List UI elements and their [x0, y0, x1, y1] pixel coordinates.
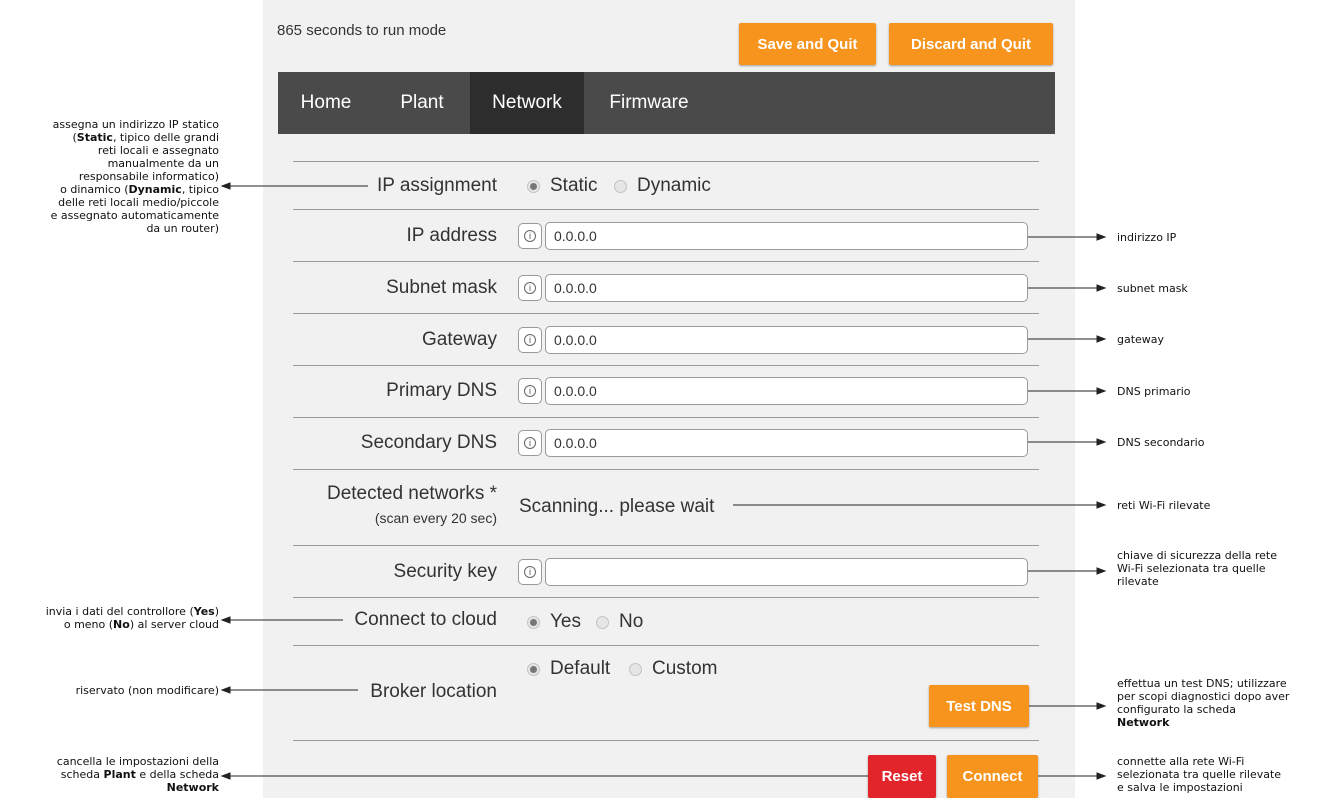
annotation-bold: Plant — [103, 768, 136, 781]
annotation-line: invia i dati del controllore (Yes) — [46, 605, 219, 618]
annotation-line: delle reti locali medio/piccole — [58, 196, 219, 209]
annotation-line: manualmente da un — [107, 157, 219, 170]
annotation-line: connette alla rete Wi-Fi — [1117, 755, 1245, 768]
annotation-text: ) al server cloud — [129, 618, 219, 631]
annotation-connect-cloud: invia i dati del controllore (Yes) o men… — [46, 605, 219, 631]
annotation-ip-address: indirizzo IP — [1117, 231, 1177, 244]
annotation-line: per scopi diagnostici dopo aver — [1117, 690, 1290, 703]
annotation-line: rilevate — [1117, 575, 1159, 588]
annotation-text: o meno ( — [63, 618, 114, 631]
annotation-line: o meno (No) al server cloud — [46, 618, 219, 631]
annotation-line: riservato (non modificare) — [75, 684, 219, 697]
annotation-reset: cancella le impostazioni della scheda Pl… — [57, 755, 219, 794]
annotation-bold: No — [113, 618, 130, 631]
annotation-bold: Yes — [193, 605, 215, 618]
annotation-line: Network — [1117, 716, 1289, 729]
annotation-line: o dinamico (Dynamic, tipico — [51, 183, 219, 196]
annotation-test-dns: effettua un test DNS; utilizzare per sco… — [1117, 677, 1289, 729]
annotation-line: e salva le impostazioni — [1117, 781, 1243, 794]
annotation-text: e della scheda — [135, 768, 219, 781]
annotation-bold: Network — [166, 781, 219, 794]
annotation-text: o dinamico ( — [60, 183, 129, 196]
annotation-line: cancella le impostazioni della — [56, 755, 219, 768]
annotation-primary-dns: DNS primario — [1117, 385, 1191, 398]
annotation-text: ) — [214, 605, 219, 618]
annotation-line: scheda Plant e della scheda — [57, 768, 219, 781]
annotation-text: , tipico — [181, 183, 219, 196]
annotation-line: selezionata tra quelle rilevate — [1117, 768, 1282, 781]
annotation-text: scheda — [60, 768, 104, 781]
annotation-line: e assegnato automaticamente — [50, 209, 219, 222]
annotation-line: (Static, tipico delle grandi — [51, 131, 219, 144]
annotation-gateway: gateway — [1117, 333, 1165, 346]
annotation-line: assegna un indirizzo IP statico — [52, 118, 219, 131]
annotation-subnet-mask: subnet mask — [1117, 282, 1188, 295]
annotation-security-key: chiave di sicurezza della rete Wi-Fi sel… — [1117, 549, 1277, 588]
annotation-bold: Dynamic — [128, 183, 182, 196]
annotation-text: , tipico delle grandi — [112, 131, 219, 144]
annotation-text: invia i dati del controllore ( — [45, 605, 194, 618]
annotation-line: effettua un test DNS; utilizzare — [1117, 677, 1287, 690]
annotation-line: Network — [57, 781, 219, 794]
annotation-line: Wi-Fi selezionata tra quelle — [1117, 562, 1266, 575]
annotation-bold: Static — [76, 131, 113, 144]
annotation-bold: Network — [1117, 716, 1170, 729]
annotation-line: chiave di sicurezza della rete — [1117, 549, 1277, 562]
annotation-line: configurato la scheda — [1117, 703, 1236, 716]
annotation-line: reti locali e assegnato — [97, 144, 219, 157]
annotation-broker: riservato (non modificare) — [76, 684, 219, 697]
annotation-networks: reti Wi-Fi rilevate — [1117, 499, 1211, 512]
annotation-line: da un router) — [146, 222, 219, 235]
annotation-ip-assignment: assegna un indirizzo IP statico (Static,… — [51, 118, 219, 235]
annotation-connect: connette alla rete Wi-Fi selezionata tra… — [1117, 755, 1281, 794]
annotation-line: responsabile informatico) — [78, 170, 219, 183]
annotation-secondary-dns: DNS secondario — [1117, 436, 1205, 449]
